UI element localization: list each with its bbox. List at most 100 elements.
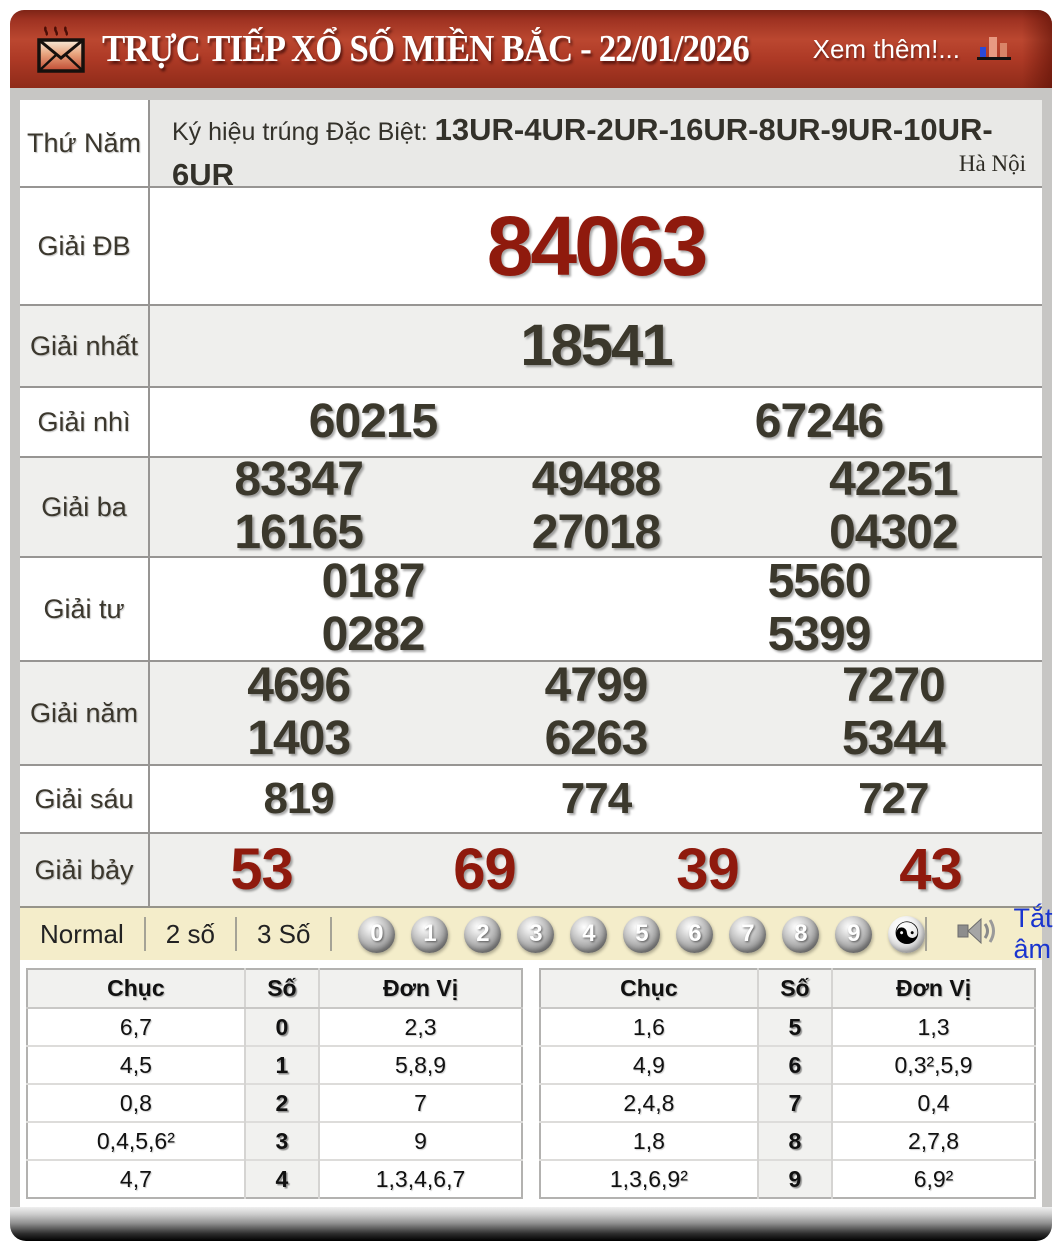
footer-bar bbox=[10, 1207, 1052, 1241]
prize-label: Giải năm bbox=[20, 662, 150, 764]
yin-yang-ball[interactable]: ☯ bbox=[888, 915, 926, 953]
info-row: Thứ Năm Ký hiệu trúng Đặc Biệt: 13UR-4UR… bbox=[20, 100, 1042, 192]
donvi-cell: 2,3 bbox=[319, 1007, 522, 1046]
prize-value: 69 bbox=[453, 837, 517, 903]
prize-value: 43 bbox=[899, 837, 963, 903]
region-label: Hà Nội bbox=[958, 150, 1026, 176]
digit-table-left: Chục Số Đơn Vị 6,7 0 2,3 4,5 1 5,8,9 0,8… bbox=[26, 968, 523, 1199]
chuc-cell: 1,6 bbox=[540, 1007, 758, 1046]
prize-value: 67246 bbox=[754, 394, 884, 448]
mode-3-digits[interactable]: 3 Số bbox=[237, 919, 331, 950]
prize-value: 16165 bbox=[234, 506, 363, 559]
col-header-so: Số bbox=[243, 969, 321, 1009]
table-row: 0,4,5,6² 3 9 bbox=[27, 1121, 522, 1160]
donvi-cell: 9 bbox=[319, 1121, 522, 1160]
day-cell: Thứ Năm bbox=[20, 100, 150, 186]
mail-icon bbox=[36, 23, 86, 80]
so-cell: 3 bbox=[243, 1121, 321, 1160]
prize-value: 6263 bbox=[544, 712, 649, 765]
table-row: 4,9 6 0,3²,5,9 bbox=[540, 1045, 1035, 1084]
donvi-cell: 1,3,4,6,7 bbox=[319, 1159, 522, 1198]
mute-label: Tắt âm bbox=[1013, 903, 1053, 964]
speaker-icon bbox=[957, 915, 1001, 954]
chuc-cell: 1,8 bbox=[540, 1121, 758, 1160]
prize-value: 42251 bbox=[829, 453, 958, 507]
prize-label: Giải ba bbox=[20, 458, 150, 556]
number-ball-9[interactable]: 9 bbox=[835, 915, 873, 953]
prize-value: 774 bbox=[560, 773, 632, 823]
prize-label: Giải nhì bbox=[20, 388, 150, 456]
donvi-cell: 6,9² bbox=[832, 1159, 1035, 1198]
prize-row-5: Giải năm 4696 4799 7270 1403 6263 5344 bbox=[20, 659, 1042, 765]
prize-value: 18541 bbox=[520, 313, 673, 379]
col-header-chuc: Chục bbox=[540, 969, 758, 1009]
prize-value: 0282 bbox=[321, 608, 426, 661]
so-cell: 0 bbox=[243, 1007, 321, 1046]
header-bar: TRỰC TIẾP XỔ SỐ MIỀN BẮC - 22/01/2026 Xe… bbox=[10, 10, 1052, 88]
prize-value: 60215 bbox=[308, 394, 438, 448]
col-header-so: Số bbox=[756, 969, 834, 1009]
prize-value: 819 bbox=[263, 773, 334, 823]
controls-bar: Normal 2 số 3 Số 0 1 2 3 4 5 6 7 8 9 ☯ T… bbox=[20, 903, 1052, 964]
prize-row-1: Giải nhất 18541 bbox=[20, 304, 1042, 386]
prize-value: 7270 bbox=[841, 659, 946, 713]
lottery-widget: TRỰC TIẾP XỔ SỐ MIỀN BẮC - 22/01/2026 Xe… bbox=[10, 10, 1052, 1241]
number-ball-4[interactable]: 4 bbox=[570, 915, 608, 953]
so-cell: 7 bbox=[756, 1083, 834, 1122]
so-cell: 6 bbox=[756, 1045, 834, 1084]
prize-label: Giải bảy bbox=[20, 834, 150, 906]
prize-value: 5399 bbox=[767, 608, 872, 661]
chuc-cell: 0,4,5,6² bbox=[27, 1121, 245, 1160]
prize-value: 5560 bbox=[767, 555, 872, 609]
so-cell: 5 bbox=[756, 1007, 834, 1046]
prize-value: 5344 bbox=[841, 712, 946, 765]
chuc-cell: 4,5 bbox=[27, 1045, 245, 1084]
table-row: 1,3,6,9² 9 6,9² bbox=[540, 1159, 1035, 1198]
chuc-cell: 6,7 bbox=[27, 1007, 245, 1046]
number-ball-6[interactable]: 6 bbox=[676, 915, 714, 953]
col-header-chuc: Chục bbox=[27, 969, 245, 1009]
see-more-link[interactable]: Xem thêm!... bbox=[813, 34, 960, 65]
digit-summary: Chục Số Đơn Vị 6,7 0 2,3 4,5 1 5,8,9 0,8… bbox=[20, 960, 1042, 1207]
table-row: 2,4,8 7 0,4 bbox=[540, 1083, 1035, 1122]
prize-label: Giải sáu bbox=[20, 766, 150, 832]
bar-chart-icon[interactable] bbox=[976, 32, 1014, 67]
prize-value: 4799 bbox=[544, 659, 649, 713]
mute-button[interactable]: Tắt âm bbox=[925, 903, 1052, 965]
digit-table-right: Chục Số Đơn Vị 1,6 5 1,3 4,9 6 0,3²,5,9 bbox=[539, 968, 1036, 1199]
special-symbol-cell: Ký hiệu trúng Đặc Biệt: 13UR-4UR-2UR-16U… bbox=[150, 100, 1042, 192]
so-cell: 2 bbox=[243, 1083, 321, 1122]
number-ball-0[interactable]: 0 bbox=[358, 915, 396, 953]
donvi-cell: 0,3²,5,9 bbox=[832, 1045, 1035, 1084]
number-ball-7[interactable]: 7 bbox=[729, 915, 767, 953]
prize-value: 0187 bbox=[321, 555, 426, 609]
number-ball-3[interactable]: 3 bbox=[517, 915, 555, 953]
prize-label: Giải tư bbox=[20, 558, 150, 660]
so-cell: 9 bbox=[756, 1159, 834, 1198]
prize-label: Giải nhất bbox=[20, 306, 150, 386]
prize-label: Giải ĐB bbox=[20, 188, 150, 304]
prize-row-4: Giải tư 0187 5560 0282 5399 bbox=[20, 555, 1042, 661]
donvi-cell: 5,8,9 bbox=[319, 1045, 522, 1084]
so-cell: 1 bbox=[243, 1045, 321, 1084]
table-row: 4,7 4 1,3,4,6,7 bbox=[27, 1159, 522, 1198]
chuc-cell: 4,9 bbox=[540, 1045, 758, 1084]
special-symbol-label: Ký hiệu trúng Đặc Biệt: bbox=[172, 118, 435, 146]
chuc-cell: 4,7 bbox=[27, 1159, 245, 1198]
mode-normal[interactable]: Normal bbox=[20, 919, 144, 950]
prize-value: 4696 bbox=[247, 659, 351, 713]
so-cell: 4 bbox=[243, 1159, 321, 1198]
number-ball-1[interactable]: 1 bbox=[411, 915, 449, 953]
prize-value: 04302 bbox=[829, 506, 958, 559]
donvi-cell: 2,7,8 bbox=[832, 1121, 1035, 1160]
col-header-donvi: Đơn Vị bbox=[832, 969, 1035, 1009]
prize-row-7: Giải bảy 53 69 39 43 bbox=[20, 832, 1042, 906]
number-ball-2[interactable]: 2 bbox=[464, 915, 502, 953]
number-ball-5[interactable]: 5 bbox=[623, 915, 661, 953]
divider bbox=[925, 917, 928, 951]
table-row: 1,6 5 1,3 bbox=[540, 1007, 1035, 1046]
donvi-cell: 7 bbox=[319, 1083, 522, 1122]
number-ball-8[interactable]: 8 bbox=[782, 915, 820, 953]
mode-2-digits[interactable]: 2 số bbox=[146, 919, 235, 950]
prize-value: 53 bbox=[230, 837, 294, 903]
